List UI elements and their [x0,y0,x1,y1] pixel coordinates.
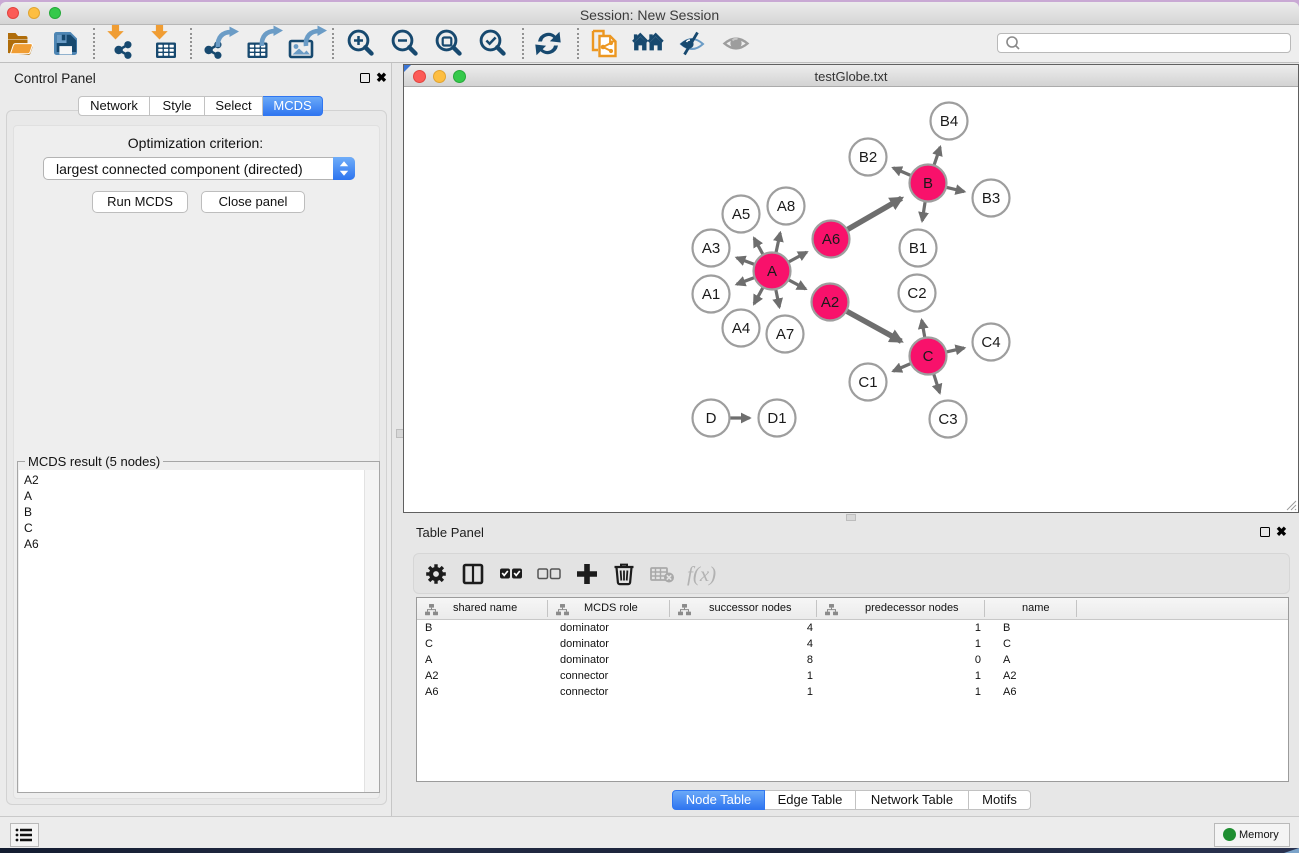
svg-text:C1: C1 [858,374,877,391]
svg-text:B2: B2 [859,149,877,166]
svg-text:D1: D1 [767,410,786,427]
svg-text:A7: A7 [776,326,794,343]
svg-text:A1: A1 [702,286,720,303]
svg-text:A8: A8 [777,198,795,215]
svg-text:D: D [706,410,717,427]
svg-text:C2: C2 [907,285,926,302]
svg-text:A: A [767,263,777,280]
svg-text:C3: C3 [938,411,957,428]
svg-text:f(x): f(x) [687,562,716,586]
svg-text:B1: B1 [909,240,927,257]
svg-text:A4: A4 [732,320,750,337]
svg-text:A2: A2 [821,294,839,311]
svg-text:C4: C4 [981,334,1000,351]
svg-text:A3: A3 [702,240,720,257]
svg-text:B4: B4 [940,113,958,130]
svg-text:A5: A5 [732,206,750,223]
svg-text:C: C [923,348,934,365]
svg-text:A6: A6 [822,231,840,248]
svg-text:B: B [923,175,933,192]
svg-text:B3: B3 [982,190,1000,207]
